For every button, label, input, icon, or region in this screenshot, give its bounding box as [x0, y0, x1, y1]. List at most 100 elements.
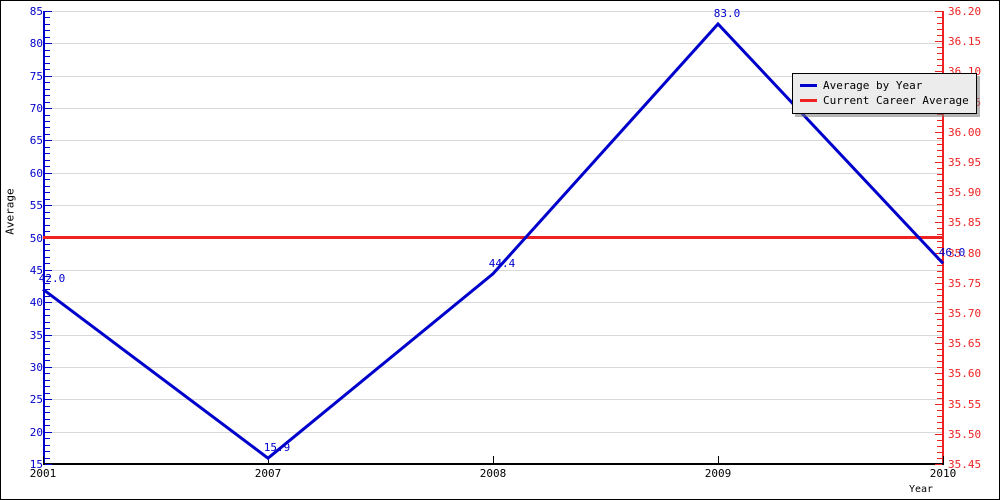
left-axis-tick-label: 50: [29, 231, 43, 245]
left-axis-tick: [45, 302, 52, 304]
x-axis-tick: [268, 456, 269, 464]
left-axis-tick: [45, 43, 52, 45]
left-axis-tick-label: 60: [29, 166, 43, 180]
data-point-label: 15.9: [263, 441, 291, 455]
left-axis-minor-tick: [45, 224, 50, 226]
legend-swatch-average-by-year: [800, 84, 817, 87]
right-axis-tick: [935, 192, 942, 194]
left-axis-minor-tick: [45, 392, 50, 394]
left-axis-tick: [45, 366, 52, 368]
right-axis-minor-tick: [937, 59, 942, 61]
x-axis-tick-label: 2001: [29, 467, 57, 480]
right-axis-minor-tick: [937, 23, 942, 25]
right-axis-minor-tick: [937, 421, 942, 423]
x-axis-tick: [943, 456, 944, 464]
right-axis-minor-tick: [937, 270, 942, 272]
left-axis-minor-tick: [45, 198, 50, 200]
right-axis-minor-tick: [937, 409, 942, 411]
right-axis-tick: [935, 403, 942, 405]
left-axis-minor-tick: [45, 315, 50, 317]
left-axis-minor-tick: [45, 386, 50, 388]
right-axis-minor-tick: [937, 228, 942, 230]
legend-label-current-career-average: Current Career Average: [823, 94, 969, 107]
left-axis-minor-tick: [45, 418, 50, 420]
left-axis-minor-tick: [45, 17, 50, 19]
right-axis-minor-tick: [937, 361, 942, 363]
right-axis-minor-tick: [937, 149, 942, 151]
left-axis-minor-tick: [45, 36, 50, 38]
right-axis-minor-tick: [937, 288, 942, 290]
right-axis-tick: [935, 343, 942, 345]
data-point-label: 83.0: [713, 6, 741, 20]
right-axis-minor-tick: [937, 204, 942, 206]
left-axis-minor-tick: [45, 88, 50, 90]
right-axis-tick-label: 36.15: [948, 35, 982, 49]
left-axis-tick-label: 70: [29, 102, 43, 116]
left-axis-tick-label: 75: [29, 69, 43, 83]
right-axis-tick-label: 35.70: [948, 307, 982, 320]
left-axis-minor-tick: [45, 412, 50, 414]
right-axis-minor-tick: [937, 143, 942, 145]
left-axis-tick-label: 85: [29, 5, 43, 18]
left-axis-minor-tick: [45, 243, 50, 245]
x-axis-tick: [43, 456, 44, 464]
data-point-label: 44.4: [488, 256, 516, 270]
right-axis-tick: [935, 282, 942, 284]
left-axis-tick-label: 30: [29, 360, 43, 374]
legend-item-average-by-year[interactable]: Average by Year: [800, 78, 969, 93]
right-axis-minor-tick: [937, 391, 942, 393]
left-axis-tick-label: 65: [29, 134, 43, 148]
right-axis-tick: [935, 131, 942, 133]
left-axis-minor-tick: [45, 308, 50, 310]
left-axis-tick: [45, 237, 52, 239]
right-axis-minor-tick: [937, 137, 942, 139]
right-axis-tick: [935, 373, 942, 375]
left-axis-minor-tick: [45, 23, 50, 25]
right-axis-minor-tick: [937, 180, 942, 182]
right-axis-tick-label: 36.20: [948, 5, 982, 18]
right-axis-minor-tick: [937, 379, 942, 381]
left-axis-minor-tick: [45, 82, 50, 84]
right-axis-tick: [935, 11, 942, 12]
left-axis-minor-tick: [45, 69, 50, 71]
left-axis-minor-tick: [45, 192, 50, 194]
right-axis-minor-tick: [937, 35, 942, 37]
gridline: [43, 140, 943, 142]
left-axis-tick: [45, 399, 52, 401]
legend-item-current-career-average[interactable]: Current Career Average: [800, 93, 969, 108]
left-axis-tick: [45, 205, 52, 207]
left-axis-tick: [45, 11, 52, 12]
left-axis-minor-tick: [45, 438, 50, 440]
left-axis-tick: [45, 431, 52, 433]
right-axis-minor-tick: [937, 53, 942, 55]
left-axis-minor-tick: [45, 95, 50, 97]
left-axis-minor-tick: [45, 353, 50, 355]
left-axis-minor-tick: [45, 457, 50, 459]
right-axis-minor-tick: [937, 385, 942, 387]
data-point-label: 42.0: [38, 272, 66, 286]
left-axis-minor-tick: [45, 328, 50, 330]
right-axis-minor-tick: [937, 451, 942, 453]
right-axis-minor-tick: [937, 210, 942, 212]
gridline: [43, 431, 943, 433]
right-axis-minor-tick: [937, 29, 942, 31]
left-axis-minor-tick: [45, 185, 50, 187]
left-axis-minor-tick: [45, 49, 50, 51]
left-axis-tick: [45, 172, 52, 174]
chart-legend: Average by Year Current Career Average: [792, 73, 977, 114]
left-axis-minor-tick: [45, 153, 50, 155]
left-axis-tick-label: 20: [29, 425, 43, 439]
gridline: [43, 334, 943, 336]
right-axis-minor-tick: [937, 216, 942, 218]
right-axis-minor-tick: [937, 325, 942, 327]
gridline: [43, 269, 943, 271]
right-axis-tick-label: 35.65: [948, 337, 982, 351]
left-axis-minor-tick: [45, 289, 50, 291]
left-axis-minor-tick: [45, 425, 50, 427]
left-axis-minor-tick: [45, 30, 50, 32]
right-axis-minor-tick: [937, 198, 942, 200]
left-axis-minor-tick: [45, 166, 50, 168]
right-axis-tick-label: 36.00: [948, 125, 982, 139]
right-axis-tick: [935, 433, 942, 435]
x-axis-title: Year: [909, 484, 934, 495]
